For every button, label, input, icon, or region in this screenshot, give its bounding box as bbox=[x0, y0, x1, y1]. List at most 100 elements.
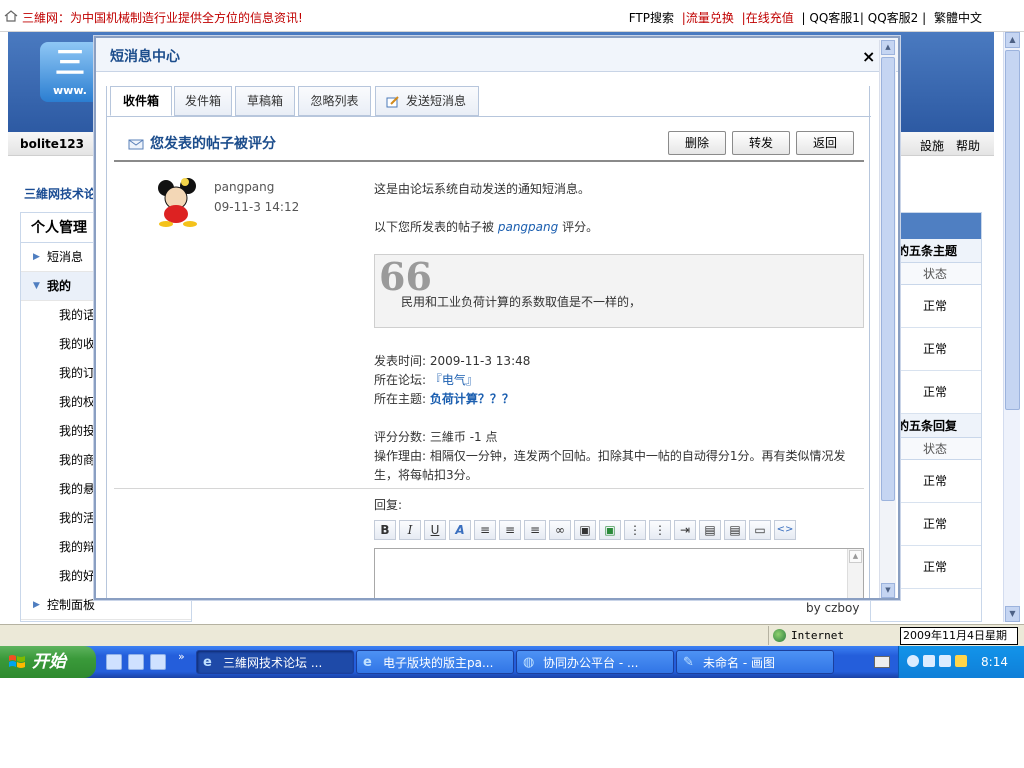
traffic-exchange-link[interactable]: |流量兑换 bbox=[682, 11, 734, 25]
reply-label: 回复: bbox=[374, 498, 403, 512]
delete-button[interactable]: 删除 bbox=[668, 131, 726, 155]
windows-flag-icon bbox=[9, 655, 25, 668]
dialog-title: 短消息中心 bbox=[110, 49, 180, 65]
home-icon[interactable] bbox=[4, 10, 18, 22]
qq-service-links[interactable]: | QQ客服1| QQ客服2 | bbox=[802, 11, 927, 25]
quicklaunch-icon[interactable] bbox=[106, 654, 122, 670]
tray-app-icon[interactable] bbox=[939, 655, 951, 667]
footer-byline: by czboy bbox=[806, 601, 860, 615]
site-logo[interactable]: 三 www. bbox=[40, 42, 100, 102]
help-link[interactable]: 帮助 bbox=[956, 137, 980, 154]
username-link[interactable]: bolite123 bbox=[20, 137, 84, 151]
reply-divider bbox=[114, 488, 864, 489]
system-tray: 8:14 bbox=[898, 646, 1024, 678]
dialog-scrollbar[interactable]: ▲ ▼ bbox=[879, 40, 896, 598]
tab-underline bbox=[106, 116, 871, 117]
chevron-right-icon[interactable]: » bbox=[178, 650, 185, 663]
unordered-list-icon[interactable]: ⋮ bbox=[649, 520, 671, 540]
tab-ignore-list[interactable]: 忽略列表 bbox=[298, 86, 371, 116]
start-button[interactable]: 开始 bbox=[0, 646, 96, 678]
align-right-icon[interactable]: ≡ bbox=[524, 520, 546, 540]
quicklaunch-ie-icon[interactable] bbox=[128, 654, 144, 670]
align-left-icon[interactable]: ≡ bbox=[474, 520, 496, 540]
task-office-window[interactable]: ◍ 协同办公平台 - ... bbox=[516, 650, 674, 674]
scroll-thumb[interactable] bbox=[881, 57, 895, 501]
image-icon[interactable]: ▣ bbox=[574, 520, 596, 540]
tab-inbox[interactable]: 收件箱 bbox=[110, 86, 172, 116]
scroll-up-icon[interactable]: ▲ bbox=[881, 40, 895, 55]
post-time-row: 发表时间: 2009-11-3 13:48 bbox=[374, 354, 531, 368]
scroll-down-icon[interactable]: ▼ bbox=[881, 583, 895, 598]
clock[interactable]: 8:14 bbox=[981, 655, 1008, 669]
ordered-list-icon[interactable]: ⋮ bbox=[624, 520, 646, 540]
network-icon[interactable] bbox=[923, 655, 935, 667]
quoted-post: 66 民用和工业负荷计算的系数取值是不一样的， bbox=[374, 254, 864, 328]
align-center-icon[interactable]: ≡ bbox=[499, 520, 521, 540]
chevron-down-icon: ▼ bbox=[33, 281, 40, 291]
chevron-right-icon: ▶ bbox=[33, 252, 40, 262]
security-zone: Internet bbox=[768, 626, 896, 645]
tab-outbox[interactable]: 发件箱 bbox=[174, 86, 232, 116]
forward-button[interactable]: 转发 bbox=[732, 131, 790, 155]
forum-link[interactable]: 『电气』 bbox=[430, 373, 478, 387]
sender-name[interactable]: pangpang bbox=[214, 180, 274, 194]
topic-link[interactable]: 负荷计算？？？ bbox=[430, 392, 514, 406]
settings-link[interactable]: 設施 bbox=[920, 137, 944, 154]
code-icon[interactable]: <> bbox=[774, 520, 796, 540]
avatar[interactable] bbox=[152, 178, 204, 228]
keyboard-icon[interactable] bbox=[874, 656, 890, 668]
indent-icon[interactable]: ⇥ bbox=[674, 520, 696, 540]
ie-icon: e bbox=[363, 655, 372, 670]
italic-icon[interactable]: I bbox=[399, 520, 421, 540]
browser-scrollbar[interactable]: ▲ ▼ bbox=[1003, 32, 1020, 622]
font-color-icon[interactable]: A bbox=[449, 520, 471, 540]
scroll-up-icon[interactable]: ▲ bbox=[1005, 32, 1020, 48]
sent-time: 09-11-3 14:12 bbox=[214, 200, 300, 214]
breadcrumb[interactable]: 三維网技术论 bbox=[24, 185, 96, 202]
topic-row: 所在主题: 负荷计算？？？ bbox=[374, 392, 514, 406]
traditional-chinese-link[interactable]: 繁體中文 bbox=[934, 11, 982, 25]
message-subject: 您发表的帖子被评分 bbox=[150, 136, 276, 152]
score-row: 评分分数: 三維币 -1 点 bbox=[374, 430, 498, 444]
envelope-icon bbox=[128, 139, 144, 150]
media-icon[interactable]: ▣ bbox=[599, 520, 621, 540]
quote-block-icon[interactable]: ▭ bbox=[749, 520, 771, 540]
editor-scrollbar[interactable]: ▲ bbox=[847, 549, 863, 598]
task-forum-window[interactable]: e 三維网技术论坛 ... bbox=[196, 650, 354, 674]
reason-row: 操作理由: 相隔仅一分钟，连发两个回帖。扣除其中一帖的自动得分1分。再有类似情况… bbox=[374, 449, 846, 463]
task-paint-window[interactable]: ✎ 未命名 - 画图 bbox=[676, 650, 834, 674]
top-links: FTP搜索 |流量兑换 |在线充值 | QQ客服1| QQ客服2 | 繁體中文 bbox=[625, 9, 982, 26]
float-right-icon[interactable]: ▤ bbox=[724, 520, 746, 540]
link-icon[interactable]: ∞ bbox=[549, 520, 571, 540]
ie-icon: e bbox=[203, 655, 212, 670]
online-recharge-link[interactable]: |在线充值 bbox=[742, 11, 794, 25]
scroll-thumb[interactable] bbox=[1005, 50, 1020, 410]
underline-icon[interactable]: U bbox=[424, 520, 446, 540]
browser-statusbar: Internet 2009年11月4日星期三 bbox=[0, 624, 1024, 658]
message-center-dialog: 短消息中心 × ▲ ▼ 收件箱 发件箱 草稿箱 忽略列表 发送短消息 您发表的帖… bbox=[94, 36, 900, 600]
windows-taskbar: 开始 » e 三維网技术论坛 ... e 电子版块的版主pa... ◍ 协同办公平台 … bbox=[0, 646, 1024, 678]
float-left-icon[interactable]: ▤ bbox=[699, 520, 721, 540]
ftp-search-link[interactable]: FTP搜索 bbox=[629, 11, 674, 25]
tab-send-message[interactable]: 发送短消息 bbox=[375, 86, 479, 116]
quicklaunch-desktop-icon[interactable] bbox=[150, 654, 166, 670]
chevron-right-icon: ▶ bbox=[33, 600, 40, 610]
dialog-titlebar: 短消息中心 × bbox=[96, 38, 898, 72]
task-moderator-window[interactable]: e 电子版块的版主pa... bbox=[356, 650, 514, 674]
scroll-down-icon[interactable]: ▼ bbox=[1005, 606, 1020, 622]
bold-icon[interactable]: B bbox=[374, 520, 396, 540]
date-tooltip: 2009年11月4日星期三 bbox=[900, 627, 1018, 658]
back-button[interactable]: 返回 bbox=[796, 131, 854, 155]
rating-notice: 以下您所发表的帖子被 pangpang 评分。 bbox=[374, 220, 599, 234]
scroll-up-icon[interactable]: ▲ bbox=[849, 550, 862, 563]
tray-arrow-icon[interactable] bbox=[907, 655, 919, 667]
tray-alert-icon[interactable] bbox=[955, 655, 967, 667]
notice-line: 这是由论坛系统自动发送的通知短消息。 bbox=[374, 182, 591, 196]
close-icon[interactable]: × bbox=[862, 47, 875, 66]
rater-link[interactable]: pangpang bbox=[498, 220, 558, 234]
site-slogan: 三維网：为中国机械制造行业提供全方位的信息资讯! bbox=[22, 11, 303, 25]
site-topbar: 三維网：为中国机械制造行业提供全方位的信息资讯! FTP搜索 |流量兑换 |在线… bbox=[0, 0, 1024, 32]
quoted-text: 民用和工业负荷计算的系数取值是不一样的， bbox=[401, 295, 642, 309]
tab-drafts[interactable]: 草稿箱 bbox=[235, 86, 295, 116]
reply-editor[interactable]: ▲ bbox=[374, 548, 864, 598]
